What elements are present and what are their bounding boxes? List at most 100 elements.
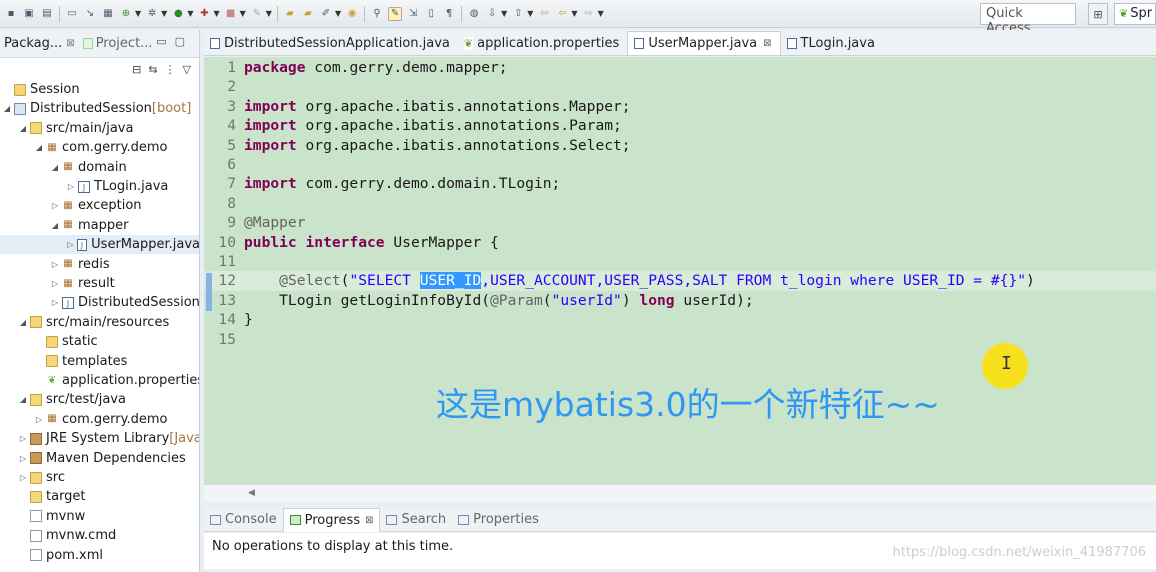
collapsed-arrow-icon[interactable]: ▷	[66, 240, 75, 249]
horizontal-scrollbar[interactable]: ◀	[204, 484, 1156, 502]
globe-icon[interactable]: ◍	[467, 7, 481, 21]
next-annotation-icon[interactable]: ⇩	[485, 7, 499, 21]
tree-item[interactable]: ◢ DistributedSession [boot]	[0, 99, 191, 118]
pencil-icon[interactable]: ✐	[319, 7, 333, 21]
editor-tab[interactable]: UserMapper.java ⊠	[627, 31, 781, 55]
code-line[interactable]: 9 @Mapper	[204, 213, 305, 232]
code-line[interactable]: 7 import com.gerry.demo.domain.TLogin;	[204, 174, 560, 193]
spring-perspective-button[interactable]: ❦ Spr	[1114, 3, 1156, 25]
code-line[interactable]: 13 TLogin getLoginInfoById(@Param("userI…	[204, 291, 753, 310]
tree-item[interactable]: ◢ src/main/resources	[0, 313, 169, 332]
close-icon[interactable]: ⊠	[365, 515, 373, 526]
last-edit-icon[interactable]: ⇦	[537, 7, 551, 21]
editor-tab[interactable]: TLogin.java	[781, 31, 883, 55]
view-menu-icon[interactable]: ▽	[183, 63, 191, 76]
code-line[interactable]: 12 @Select("SELECT USER_ID,USER_ACCOUNT,…	[204, 271, 1156, 291]
open-perspective-button[interactable]: ⊞	[1088, 3, 1108, 25]
tree-item[interactable]: ◢ src/main/java	[0, 119, 134, 138]
code-line[interactable]: 5 import org.apache.ibatis.annotations.Se…	[204, 136, 630, 155]
editor-tab[interactable]: DistributedSessionApplication.java	[204, 31, 458, 55]
tree-item[interactable]: mvnw.cmd	[0, 526, 116, 545]
debug-icon[interactable]: ✲	[145, 7, 159, 21]
mark-occurrences-icon[interactable]: ✎	[388, 6, 403, 21]
dropdown-arrow-icon[interactable]: ▼	[571, 9, 577, 18]
collapsed-arrow-icon[interactable]: ▷	[50, 260, 60, 269]
open-type-icon[interactable]: ◉	[345, 7, 359, 21]
skip-breakpoints-icon[interactable]: ↘	[83, 7, 97, 21]
expanded-arrow-icon[interactable]: ◢	[2, 104, 12, 113]
build-icon[interactable]: ▦	[101, 7, 115, 21]
tree-item[interactable]: ◢ src/test/java	[0, 390, 126, 409]
show-whitespace-icon[interactable]: ▯	[424, 7, 438, 21]
tree-item[interactable]: ▷ Maven Dependencies	[0, 449, 186, 468]
code-line[interactable]: 4 import org.apache.ibatis.annotations.Pa…	[204, 116, 622, 135]
tree-item[interactable]: ❦ application.properties	[0, 371, 199, 390]
quick-access-input[interactable]: Quick Access	[980, 3, 1076, 36]
tree-item[interactable]: ▷ J TLogin.java	[0, 177, 168, 196]
close-icon[interactable]: ⊠	[763, 38, 771, 49]
expanded-arrow-icon[interactable]: ◢	[18, 395, 28, 404]
tree-item[interactable]: ▷ ▦ result	[0, 274, 115, 293]
save-all-icon[interactable]: ▤	[40, 7, 54, 21]
back-icon[interactable]: ⇦	[555, 7, 569, 21]
collapsed-arrow-icon[interactable]: ▷	[66, 182, 76, 191]
dropdown-arrow-icon[interactable]: ▼	[527, 9, 533, 18]
dropdown-arrow-icon[interactable]: ▼	[240, 9, 246, 18]
collapsed-arrow-icon[interactable]: ▷	[18, 454, 28, 463]
tree-item[interactable]: ▷ ▦ redis	[0, 255, 110, 274]
stop-icon[interactable]: ■	[224, 7, 238, 21]
editor-tab[interactable]: ❦ application.properties	[458, 31, 627, 55]
dropdown-arrow-icon[interactable]: ▼	[187, 9, 193, 18]
code-line[interactable]: 10 public interface UserMapper {	[204, 233, 498, 252]
collapsed-arrow-icon[interactable]: ▷	[34, 415, 44, 424]
tab-project-explorer[interactable]: Project...	[79, 36, 157, 51]
collapsed-arrow-icon[interactable]: ▷	[18, 473, 28, 482]
new-file-icon[interactable]: ▪	[4, 7, 18, 21]
tree-item[interactable]: ◢ ▦ mapper	[0, 216, 129, 235]
save-icon[interactable]: ▣	[22, 7, 36, 21]
bottom-tab[interactable]: Properties	[452, 508, 545, 532]
dropdown-arrow-icon[interactable]: ▼	[501, 9, 507, 18]
new-package-icon[interactable]: ▰	[301, 7, 315, 21]
link-with-editor-icon[interactable]: ⇆	[148, 63, 157, 76]
run-icon[interactable]: ●	[171, 7, 185, 21]
tree-item[interactable]: pom.xml	[0, 546, 103, 565]
expanded-arrow-icon[interactable]: ◢	[18, 124, 28, 133]
dropdown-arrow-icon[interactable]: ▼	[161, 9, 167, 18]
code-line[interactable]: 3 import org.apache.ibatis.annotations.Ma…	[204, 97, 630, 116]
code-line[interactable]: 11	[204, 252, 244, 271]
terminal-icon[interactable]: ▭	[65, 7, 79, 21]
collapsed-arrow-icon[interactable]: ▷	[50, 298, 60, 307]
forward-icon[interactable]: ⇨	[582, 7, 596, 21]
expanded-arrow-icon[interactable]: ◢	[50, 221, 60, 230]
dropdown-arrow-icon[interactable]: ▼	[135, 9, 141, 18]
tree-item[interactable]: ▷ J UserMapper.java	[0, 235, 199, 255]
collapse-all-icon[interactable]: ⊟	[132, 63, 141, 76]
toggle-block-icon[interactable]: ⇲	[406, 7, 420, 21]
tree-item[interactable]: ▷ ▦ com.gerry.demo	[0, 410, 168, 429]
tree-item[interactable]: ▷ ▦ exception	[0, 196, 142, 215]
close-icon[interactable]: ⊠	[66, 38, 74, 49]
dropdown-arrow-icon[interactable]: ▼	[266, 9, 272, 18]
tree-item[interactable]: target	[0, 487, 86, 506]
bottom-tab[interactable]: Search	[380, 508, 452, 532]
code-line[interactable]: 2	[204, 77, 244, 96]
tree-item[interactable]: ▷ JRE System Library [JavaS	[0, 429, 199, 448]
bottom-tab[interactable]: Progress ⊠	[282, 507, 381, 532]
minimize-icon[interactable]: ▭	[156, 35, 174, 48]
open-folder-icon[interactable]: ▰	[283, 7, 297, 21]
relaunch-icon[interactable]: ✎	[250, 7, 264, 21]
code-line[interactable]: 6	[204, 155, 244, 174]
dropdown-arrow-icon[interactable]: ▼	[213, 9, 219, 18]
code-line[interactable]: 14}	[204, 310, 252, 329]
search-icon[interactable]: ⚲	[370, 7, 384, 21]
expanded-arrow-icon[interactable]: ◢	[18, 318, 28, 327]
maximize-icon[interactable]: ▢	[175, 35, 193, 48]
expanded-arrow-icon[interactable]: ◢	[34, 143, 44, 152]
external-tools-icon[interactable]: ✚	[197, 7, 211, 21]
collapsed-arrow-icon[interactable]: ▷	[50, 201, 60, 210]
expanded-arrow-icon[interactable]: ◢	[50, 163, 60, 172]
code-line[interactable]: 15	[204, 330, 244, 349]
prev-annotation-icon[interactable]: ⇧	[511, 7, 525, 21]
spring-run-icon[interactable]: ⊕	[119, 7, 133, 21]
